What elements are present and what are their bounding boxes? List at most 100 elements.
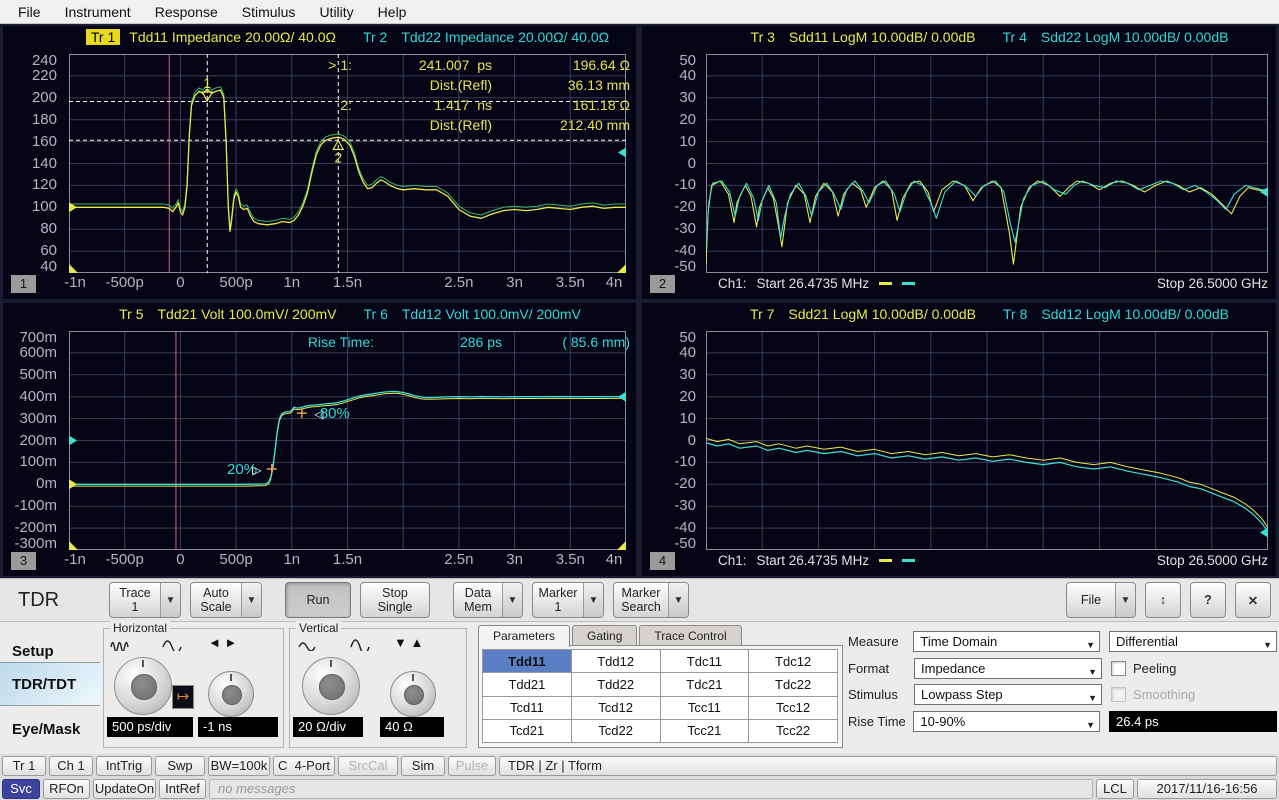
chart-area: Tr 1Tdd11 Impedance 20.00Ω/ 40.0ΩTr 2Tdd… [0,24,1279,578]
rise-time-dropdown[interactable]: 10-90% [913,711,1100,732]
measure-dropdown[interactable]: Time Domain [913,631,1100,652]
status-tr-1[interactable]: Tr 1 [2,756,46,776]
horizontal-scale-knob[interactable] [114,657,172,715]
trace-badge[interactable]: Tr 7 [745,306,779,322]
param-tcd11[interactable]: Tcd11 [482,696,572,720]
trace-badge[interactable]: Tr 4 [997,29,1031,45]
channel-number: 4 [650,552,675,570]
param-tdd22[interactable]: Tdd22 [571,672,661,696]
status-pulse[interactable]: Pulse [448,756,496,776]
chevron-down-icon[interactable]: ▼ [583,583,603,617]
expand-button[interactable]: ↕ [1145,582,1181,618]
horizontal-position-value[interactable]: -1 ns [198,717,278,737]
menu-help[interactable]: Help [368,2,417,22]
format-dropdown[interactable]: Impedance [914,658,1102,679]
vertical-reference-knob[interactable] [390,671,436,717]
stop-single-button[interactable]: StopSingle [360,582,430,618]
vertical-scale-value[interactable]: 20 Ω/div [293,717,363,737]
menu-response[interactable]: Response [145,2,228,22]
chevron-down-icon[interactable]: ▼ [1115,583,1135,617]
svg-text:2: 2 [334,150,342,166]
topology-dropdown[interactable]: Differential [1109,631,1277,652]
data-mem-button[interactable]: DataMem ▼ [453,582,523,618]
plot-area[interactable]: 20%▷◁80% [69,331,626,550]
status-inttrig[interactable]: IntTrig [96,756,152,776]
trace-scale-label: Sdd21 LogM 10.00dB/ 0.00dB [788,306,976,322]
param-tdc11[interactable]: Tdc11 [660,649,750,673]
sidebar-item-eye-mask[interactable]: Eye/Mask [0,714,100,744]
sidebar-item-tdr-tdt[interactable]: TDR/TDT [0,662,100,706]
rise-time-value[interactable]: 26.4 ps [1109,711,1277,732]
menu-stimulus[interactable]: Stimulus [232,2,306,22]
status-swp[interactable]: Swp [155,756,205,776]
delay-reference-icon[interactable]: ↦ [172,685,194,709]
run-button[interactable]: Run [285,582,351,618]
param-tcd22[interactable]: Tcd22 [571,719,661,743]
param-tcd21[interactable]: Tcd21 [482,719,572,743]
vertical-scale-knob[interactable] [302,657,360,715]
chevron-down-icon[interactable]: ▼ [502,583,522,617]
menu-file[interactable]: File [8,2,51,22]
trace-badge[interactable]: Tr 1 [86,29,120,45]
rf-on-indicator: RFOn [43,779,90,799]
horizontal-position-knob[interactable] [208,671,254,717]
status-ch-1[interactable]: Ch 1 [49,756,93,776]
trace-scale-label: Tdd12 Volt 100.0mV/ 200mV [402,306,581,322]
trace-badge[interactable]: Tr 5 [114,306,148,322]
chevron-down-icon[interactable]: ▼ [160,583,180,617]
svg-text:1: 1 [203,75,211,91]
channel-label: Ch1: [718,553,747,568]
tab-parameters[interactable]: Parameters [478,625,570,647]
y-axis-labels: 240220200180160140120100806040 [3,54,63,273]
lcl-indicator: LCL [1096,779,1134,799]
status-c-4-port[interactable]: C 4-Port [273,756,335,776]
trace-scale-label: Sdd22 LogM 10.00dB/ 0.00dB [1041,29,1229,45]
menu-utility[interactable]: Utility [309,2,363,22]
tab-trace-control[interactable]: Trace Control [639,625,741,646]
trace-badge[interactable]: Tr 6 [359,306,393,322]
param-tdc21[interactable]: Tdc21 [660,672,750,696]
param-tcd12[interactable]: Tcd12 [571,696,661,720]
param-tcc21[interactable]: Tcc21 [660,719,750,743]
status-sim[interactable]: Sim [401,756,445,776]
vertical-reference-value[interactable]: 40 Ω [380,717,444,737]
help-button[interactable]: ? [1190,582,1226,618]
trace-badge[interactable]: Tr 2 [358,29,392,45]
peeling-checkbox[interactable] [1111,661,1126,676]
tab-gating[interactable]: Gating [572,625,637,646]
marker-button[interactable]: Marker1 ▼ [532,582,604,618]
chevron-down-icon[interactable]: ▼ [668,583,688,617]
small-amplitude-icon [298,638,316,651]
plot-area[interactable] [706,331,1268,550]
parameter-tab-body: Tdd11Tdd12Tdc11Tdc12 Tdd21Tdd22Tdc21Tdc22… [478,645,843,748]
trace-badge[interactable]: Tr 3 [746,29,780,45]
rise-time-readout: Rise Time:286 ps( 85.6 mm) [264,332,630,352]
auto-scale-button[interactable]: AutoScale ▼ [190,582,262,618]
up-down-arrow-icon: ↕ [1160,593,1166,607]
param-tcc11[interactable]: Tcc11 [660,696,750,720]
param-tdc22[interactable]: Tdc22 [748,672,838,696]
menu-instrument[interactable]: Instrument [55,2,141,22]
chevron-down-icon[interactable]: ▼ [241,583,261,617]
param-tdd12[interactable]: Tdd12 [571,649,661,673]
status-srccal[interactable]: SrcCal [338,756,398,776]
plot-area[interactable] [706,54,1268,273]
param-tcc12[interactable]: Tcc12 [748,696,838,720]
trace-select-button[interactable]: Trace1 ▼ [109,582,181,618]
param-tcc22[interactable]: Tcc22 [748,719,838,743]
param-tdd11[interactable]: Tdd11 [482,649,572,673]
status-bar-2: Svc RFOn UpdateOn IntRef no messages LCL… [0,777,1279,800]
close-icon: ✕ [1248,593,1258,608]
horizontal-scale-value[interactable]: 500 ps/div [107,717,193,737]
menu-bar: File Instrument Response Stimulus Utilit… [0,0,1279,24]
param-tdc12[interactable]: Tdc12 [748,649,838,673]
marker-search-button[interactable]: MarkerSearch ▼ [613,582,689,618]
stimulus-dropdown[interactable]: Lowpass Step [914,684,1102,705]
close-button[interactable]: ✕ [1235,582,1271,618]
app-title: TDR [8,589,100,612]
chart-title: Tr 1Tdd11 Impedance 20.00Ω/ 40.0ΩTr 2Tdd… [63,29,632,45]
file-button[interactable]: File ▼ [1066,582,1136,618]
trace-badge[interactable]: Tr 8 [998,306,1032,322]
status-bw-100k[interactable]: BW=100k [208,756,270,776]
param-tdd21[interactable]: Tdd21 [482,672,572,696]
